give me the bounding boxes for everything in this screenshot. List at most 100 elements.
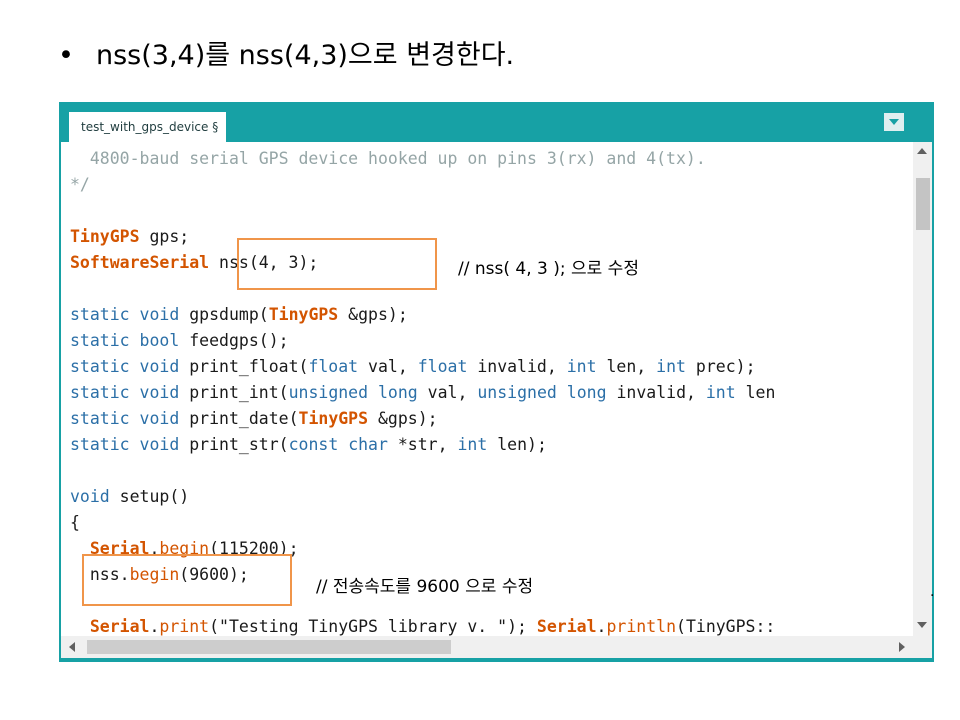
- vertical-scrollbar[interactable]: [913, 142, 932, 636]
- annotation-nss-args: // nss( 4, 3 ); 으로 수정: [458, 259, 639, 279]
- code-token: len,: [596, 357, 657, 376]
- code-token: print: [159, 617, 210, 636]
- code-token: int: [566, 357, 597, 376]
- code-token: TinyGPS: [298, 409, 369, 428]
- code-token: bool: [139, 331, 180, 350]
- code-token: .: [149, 617, 160, 636]
- code-token: void: [139, 383, 180, 402]
- code-token: prec);: [685, 357, 756, 376]
- tab-bar: test_with_gps_device §: [59, 102, 934, 142]
- code-line[interactable]: [70, 458, 775, 484]
- dropdown-triangle-icon[interactable]: [884, 113, 904, 131]
- code-token: len);: [487, 435, 547, 454]
- highlight-box-baud-rate: [82, 554, 292, 606]
- scrollbar-corner: [913, 636, 932, 658]
- code-token: val,: [417, 383, 478, 402]
- code-token: int: [457, 435, 488, 454]
- code-token: void: [139, 357, 180, 376]
- code-token: static: [70, 383, 130, 402]
- horizontal-scroll-thumb[interactable]: [87, 640, 451, 654]
- code-token: {: [70, 513, 80, 532]
- code-token: TinyGPS: [70, 227, 140, 246]
- code-token: &gps);: [338, 305, 408, 324]
- scroll-left-arrow-icon[interactable]: [69, 642, 75, 652]
- code-token: SoftwareSerial: [70, 253, 210, 272]
- code-token: Serial: [89, 617, 150, 636]
- code-token: &gps);: [368, 409, 438, 428]
- code-token: int: [656, 357, 686, 376]
- code-token: */: [70, 175, 90, 194]
- code-token: unsigned: [288, 383, 369, 402]
- code-token: gpsdump(: [179, 305, 269, 324]
- code-token: ("Testing TinyGPS library v. ");: [209, 617, 537, 636]
- code-token: println: [606, 617, 677, 636]
- code-line[interactable]: static bool feedgps();: [70, 328, 775, 354]
- horizontal-scrollbar[interactable]: [61, 636, 913, 658]
- code-token: 4800-baud serial GPS device hooked up on…: [70, 149, 706, 168]
- code-token: .: [596, 617, 607, 636]
- code-token: void: [70, 487, 110, 506]
- code-token: float: [308, 357, 359, 376]
- code-token: long: [566, 383, 607, 402]
- highlight-box-nss-args: [237, 238, 437, 290]
- code-token: static: [70, 435, 130, 454]
- code-token: static: [70, 331, 130, 350]
- scroll-down-arrow-icon[interactable]: [917, 622, 927, 628]
- code-token: len: [735, 383, 776, 402]
- code-line[interactable]: {: [70, 510, 775, 536]
- code-token: int: [705, 383, 736, 402]
- code-line[interactable]: static void print_str(const char *str, i…: [70, 432, 775, 458]
- vertical-scroll-thumb[interactable]: [916, 178, 930, 230]
- code-token: print_date(: [179, 409, 299, 428]
- code-line[interactable]: [70, 198, 775, 224]
- code-line[interactable]: 4800-baud serial GPS device hooked up on…: [70, 146, 775, 172]
- code-token: Serial: [536, 617, 597, 636]
- code-line[interactable]: void setup(): [70, 484, 775, 510]
- slide-title: • nss(3,4)를 nss(4,3)으로 변경한다.: [58, 33, 514, 72]
- scroll-right-arrow-icon[interactable]: [899, 642, 905, 652]
- code-token: invalid,: [467, 357, 567, 376]
- annotation-baud-rate: // 전송속도를 9600 으로 수정: [316, 577, 534, 597]
- code-token: (TinyGPS::: [676, 617, 776, 636]
- code-token: print_float(: [179, 357, 309, 376]
- code-token: void: [139, 435, 180, 454]
- code-token: val,: [358, 357, 418, 376]
- code-token: const: [288, 435, 339, 454]
- code-token: void: [139, 409, 180, 428]
- code-line[interactable]: */: [70, 172, 775, 198]
- code-token: TinyGPS: [268, 305, 339, 324]
- code-line[interactable]: static void print_int(unsigned long val,…: [70, 380, 775, 406]
- code-token: static: [70, 305, 130, 324]
- code-line[interactable]: static void print_float(float val, float…: [70, 354, 775, 380]
- code-token: setup(): [109, 487, 190, 506]
- code-token: invalid,: [606, 383, 706, 402]
- code-token: char: [348, 435, 388, 454]
- stray-dot: .: [930, 584, 935, 600]
- code-token: print_str(: [179, 435, 289, 454]
- slide-title-text: nss(3,4)를 nss(4,3)으로 변경한다.: [96, 40, 515, 71]
- scroll-up-arrow-icon[interactable]: [917, 148, 927, 154]
- code-token: static: [70, 409, 130, 428]
- code-token: static: [70, 357, 130, 376]
- code-token: feedgps();: [179, 331, 289, 350]
- code-token: print_int(: [179, 383, 289, 402]
- code-token: unsigned: [477, 383, 557, 402]
- code-line[interactable]: static void print_date(TinyGPS &gps);: [70, 406, 775, 432]
- code-token: *str,: [387, 435, 458, 454]
- code-token: float: [417, 357, 468, 376]
- code-token: gps;: [139, 227, 190, 246]
- code-token: void: [139, 305, 180, 324]
- tab-sketch[interactable]: test_with_gps_device §: [69, 112, 227, 142]
- bullet: •: [58, 40, 74, 71]
- code-line[interactable]: static void gpsdump(TinyGPS &gps);: [70, 302, 775, 328]
